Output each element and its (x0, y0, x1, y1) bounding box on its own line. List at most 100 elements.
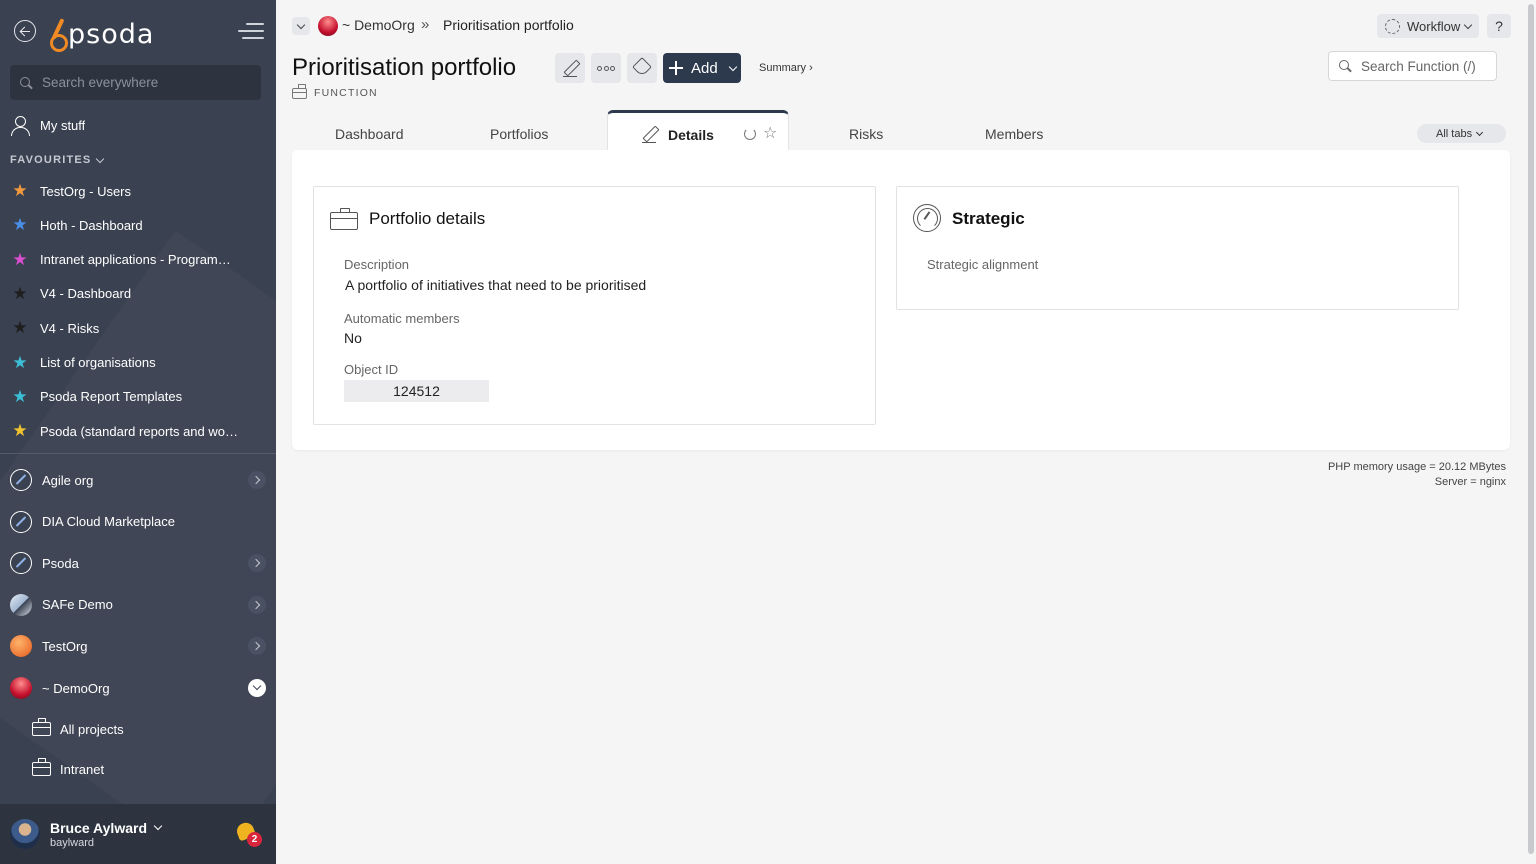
star-icon: ★ (12, 352, 28, 372)
sidebar-org-item[interactable]: Agile org (0, 462, 276, 498)
sidebar-favourite-item[interactable]: ★ Intranet applications - Programme... (0, 245, 276, 275)
edit-button[interactable] (555, 53, 585, 83)
tab-details[interactable]: Details ☆ (607, 110, 789, 152)
all-tabs-dropdown[interactable]: All tabs (1417, 124, 1506, 143)
tab-members[interactable]: Members (985, 126, 1043, 142)
breadcrumb-org-link[interactable]: ~ DemoOrg (342, 17, 415, 33)
details-panel: Portfolio details Description A portfoli… (292, 150, 1510, 450)
server-info: PHP memory usage = 20.12 MBytes Server =… (1328, 460, 1506, 490)
menu-collapse-icon[interactable] (238, 22, 264, 40)
chevron-right-icon[interactable] (248, 637, 266, 656)
psoda-logo-mark-icon (50, 18, 68, 52)
search-everywhere-input[interactable] (42, 75, 242, 90)
pencil-icon (563, 59, 577, 78)
function-search[interactable] (1328, 51, 1497, 81)
sidebar-org-item[interactable]: DIA Cloud Marketplace (0, 504, 276, 540)
org-logo-icon (10, 677, 32, 699)
gauge-icon (913, 204, 941, 232)
user-menu[interactable]: Bruce Aylward baylward (0, 804, 276, 864)
star-icon: ★ (12, 283, 28, 303)
sidebar-favourite-item[interactable]: ★ List of organisations (0, 348, 276, 378)
user-handle: baylward (50, 836, 95, 849)
tab-dashboard[interactable]: Dashboard (335, 126, 404, 142)
chevron-right-icon[interactable] (248, 595, 266, 614)
sidebar-item-label: My stuff (40, 117, 86, 133)
tag-button[interactable] (627, 53, 657, 83)
org-logo-icon (10, 593, 32, 616)
more-options-button[interactable] (591, 53, 621, 83)
briefcase-icon (32, 718, 51, 736)
help-button[interactable]: ? (1487, 14, 1511, 38)
sidebar-favourite-item[interactable]: ★ Psoda Report Templates (0, 382, 276, 412)
add-button[interactable]: Add (663, 53, 741, 83)
function-search-input[interactable] (1361, 58, 1491, 74)
user-icon (10, 115, 30, 136)
briefcase-icon (330, 208, 358, 230)
sidebar-favourite-item[interactable]: ★ Hoth - Dashboard (0, 210, 276, 240)
sidebar-org-item[interactable]: Psoda (0, 545, 276, 581)
sidebar-sub-item-label: Intranet (60, 761, 105, 777)
star-icon: ★ (12, 249, 28, 269)
avatar (10, 819, 40, 849)
chevron-down-icon (1463, 20, 1473, 29)
sidebar-item-label: List of organisations (40, 355, 156, 370)
star-icon: ★ (12, 318, 28, 338)
sidebar-favourite-item[interactable]: ★ V4 - Dashboard (0, 279, 276, 309)
workflow-label: Workflow (1407, 18, 1461, 34)
star-icon: ★ (12, 215, 28, 235)
favourites-header[interactable]: FAVOURITES (10, 154, 105, 166)
sidebar-org-item[interactable]: TestOrg (0, 628, 276, 664)
portfolio-details-card: Portfolio details Description A portfoli… (313, 186, 876, 425)
sidebar-org-label: SAFe Demo (42, 597, 113, 613)
sidebar-favourite-item[interactable]: ★ V4 - Risks (0, 313, 276, 343)
star-icon: ★ (12, 386, 28, 406)
strategic-card: Strategic Strategic alignment (896, 186, 1459, 310)
chevron-down-icon[interactable] (248, 679, 266, 697)
sidebar-org-item[interactable]: SAFe Demo (0, 587, 276, 623)
search-icon (20, 76, 32, 89)
tab-risks[interactable]: Risks (849, 126, 883, 142)
tab-portfolios[interactable]: Portfolios (490, 126, 548, 142)
sidebar-sub-item-all-projects[interactable]: All projects (0, 714, 276, 744)
sidebar-sub-item-label: All projects (60, 721, 124, 737)
back-icon[interactable] (14, 20, 36, 42)
sidebar-divider (0, 453, 276, 454)
sidebar-favourite-item[interactable]: ★ TestOrg - Users (0, 176, 276, 206)
description-value: A portfolio of initiatives that need to … (345, 277, 647, 293)
logo-text: psoda (68, 19, 155, 50)
star-outline-icon[interactable]: ☆ (763, 123, 777, 143)
sidebar-search[interactable] (10, 65, 261, 100)
chevron-right-icon[interactable] (248, 471, 266, 489)
psoda-logo[interactable]: psoda (50, 14, 155, 52)
briefcase-icon (292, 83, 307, 99)
tab-details-label: Details (668, 127, 714, 143)
card-title: Portfolio details (369, 209, 486, 228)
chevron-right-icon[interactable] (248, 554, 266, 573)
chevron-down-icon (96, 154, 105, 163)
sidebar-org-label: ~ DemoOrg (42, 680, 110, 696)
sidebar-item-label: Intranet applications - Programme... (40, 252, 240, 268)
sidebar-item-my-stuff[interactable]: My stuff (0, 110, 276, 140)
sidebar-sub-item-intranet[interactable]: Intranet (0, 754, 276, 784)
sidebar-header: psoda (0, 0, 276, 64)
plus-icon (669, 61, 683, 75)
sidebar-org-item[interactable]: ~ DemoOrg (0, 670, 276, 706)
favourites-header-label: FAVOURITES (10, 154, 92, 166)
org-logo-icon (10, 469, 32, 491)
breadcrumb-dropdown-button[interactable] (292, 17, 310, 35)
refresh-icon[interactable] (744, 128, 756, 140)
page-scrollbar[interactable] (1526, 0, 1536, 864)
sidebar-favourite-item[interactable]: ★ Psoda (standard reports and work... (0, 416, 276, 446)
workflow-icon (1385, 18, 1400, 34)
sidebar-item-label: V4 - Dashboard (40, 286, 132, 302)
sidebar-item-label: Hoth - Dashboard (40, 217, 143, 233)
description-label: Description (344, 257, 410, 272)
object-id-value: 124512 (344, 380, 489, 402)
chevron-down-icon (1476, 128, 1484, 136)
breadcrumb-separator: » (421, 16, 430, 33)
page-title: Prioritisation portfolio (292, 54, 517, 81)
notifications-bell-icon[interactable]: 2 (234, 820, 262, 847)
user-name: Bruce Aylward (50, 820, 163, 836)
summary-link[interactable]: Summary › (759, 62, 813, 74)
workflow-button[interactable]: Workflow (1377, 14, 1479, 38)
